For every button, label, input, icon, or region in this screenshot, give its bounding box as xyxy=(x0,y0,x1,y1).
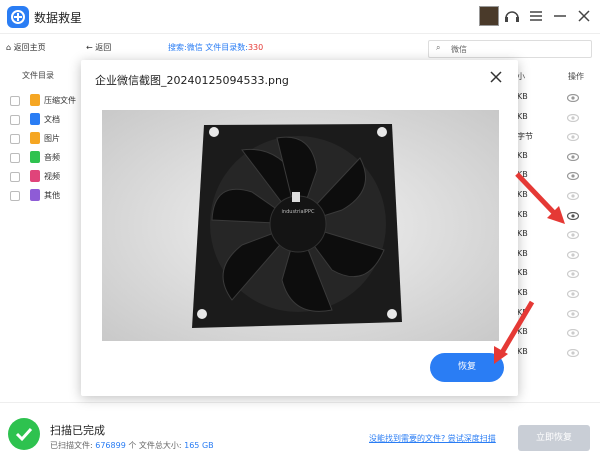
preview-eye-icon[interactable] xyxy=(566,348,580,357)
headset-icon[interactable] xyxy=(503,6,521,26)
preview-eye-icon[interactable] xyxy=(566,250,580,259)
recover-now-button[interactable]: 立即恢复 xyxy=(518,425,590,451)
app-logo-icon xyxy=(7,6,29,28)
preview-eye-icon[interactable] xyxy=(566,231,580,240)
search-summary: 搜索:微信 文件目录数:330 xyxy=(168,42,263,53)
sidebar-item-label: 压缩文件 xyxy=(44,96,76,105)
toolbar: ⌂ 返回主页 ← 返回 搜索:微信 文件目录数:330 ⌕ 微信 xyxy=(0,38,600,60)
sidebar-item-archive[interactable]: 压缩文件 xyxy=(10,94,82,108)
red-arrow-icon xyxy=(515,172,565,224)
stats-label-files: 已扫描文件: xyxy=(50,441,96,450)
checkbox[interactable] xyxy=(10,96,20,106)
sidebar: 文件目录 压缩文件 文档 图片 音频 视频 其他 xyxy=(0,62,82,402)
preview-eye-icon[interactable] xyxy=(566,270,580,279)
search-value: 微信 xyxy=(451,45,467,54)
close-icon[interactable] xyxy=(489,70,503,84)
file-size-cell: KB xyxy=(517,92,528,101)
search-count: 330 xyxy=(247,43,264,52)
fan-brand-logo: industrialPPC xyxy=(282,209,315,215)
sidebar-item-label: 视频 xyxy=(44,172,60,181)
search-input[interactable]: ⌕ 微信 xyxy=(428,40,592,58)
preview-eye-icon[interactable] xyxy=(566,133,580,142)
file-size-cell: KB xyxy=(517,288,528,297)
stats-label-size: 个 文件总大小: xyxy=(125,441,185,450)
sidebar-header: 文件目录 xyxy=(22,71,54,80)
preview-eye-icon[interactable] xyxy=(566,211,580,220)
checkbox[interactable] xyxy=(10,172,20,182)
title-bar: 数据救星 xyxy=(0,0,600,34)
close-window-icon[interactable] xyxy=(575,6,593,26)
preview-eye-icon[interactable] xyxy=(566,289,580,299)
red-arrow-icon xyxy=(494,300,535,364)
home-label: 返回主页 xyxy=(13,43,46,52)
file-size-cell: KB xyxy=(517,150,528,160)
file-size-cell: KB xyxy=(517,268,528,278)
home-button[interactable]: ⌂ 返回主页 xyxy=(6,42,46,53)
preview-eye-icon[interactable] xyxy=(566,172,580,181)
stats-size: 165 GB xyxy=(184,441,214,450)
file-size-cell: KB xyxy=(517,229,528,239)
status-bar: 扫描已完成 已扫描文件: 676899 个 文件总大小: 165 GB 没能找到… xyxy=(0,402,600,459)
image-preview: industrialPPC xyxy=(102,110,499,341)
preview-eye-icon[interactable] xyxy=(566,113,580,122)
sidebar-item-label: 图片 xyxy=(44,134,60,143)
checkbox[interactable] xyxy=(10,153,20,163)
sidebar-item-label: 音频 xyxy=(44,153,60,162)
dialog-title: 企业微信截图_20240125094533.png xyxy=(95,74,289,87)
checkbox[interactable] xyxy=(10,115,20,125)
preview-eye-icon[interactable] xyxy=(566,309,580,318)
sidebar-item-video[interactable]: 视频 xyxy=(10,170,82,184)
app-title: 数据救星 xyxy=(34,11,83,25)
file-size-cell: 字节 xyxy=(517,132,533,142)
preview-eye-icon[interactable] xyxy=(566,93,580,103)
back-label: 返回 xyxy=(95,43,112,52)
image-icon xyxy=(30,132,40,144)
sidebar-item-other[interactable]: 其他 xyxy=(10,189,82,203)
back-arrow-icon: ← xyxy=(86,43,96,52)
checkbox[interactable] xyxy=(10,134,20,144)
menu-icon[interactable] xyxy=(527,6,545,26)
check-icon xyxy=(8,418,40,450)
home-icon: ⌂ xyxy=(6,43,14,52)
sidebar-item-audio[interactable]: 音频 xyxy=(10,151,82,165)
column-header-size: 小 xyxy=(517,72,525,81)
sidebar-item-label: 文档 xyxy=(44,115,60,124)
sidebar-item-label: 其他 xyxy=(44,191,60,200)
file-size-cell: KB xyxy=(517,111,528,121)
stats-files: 676899 xyxy=(95,441,126,450)
audio-icon xyxy=(30,151,40,163)
avatar[interactable] xyxy=(479,6,499,26)
search-summary-text: 搜索:微信 文件目录数: xyxy=(168,43,248,52)
preview-eye-icon[interactable] xyxy=(566,152,580,161)
minimize-icon[interactable] xyxy=(551,6,569,26)
file-size-cell: KB xyxy=(517,248,528,258)
column-header-action: 操作 xyxy=(568,72,584,81)
scan-status: 扫描已完成 xyxy=(50,424,105,437)
preview-dialog: 企业微信截图_20240125094533.png industrialPPC … xyxy=(81,60,518,396)
sidebar-item-document[interactable]: 文档 xyxy=(10,113,82,127)
checkbox[interactable] xyxy=(10,191,20,201)
sidebar-item-image[interactable]: 图片 xyxy=(10,132,82,146)
document-icon xyxy=(30,113,40,125)
other-file-icon xyxy=(30,189,40,201)
scan-stats: 已扫描文件: 676899 个 文件总大小: 165 GB xyxy=(50,440,214,451)
search-icon: ⌕ xyxy=(436,43,441,52)
back-button[interactable]: ← 返回 xyxy=(86,42,111,53)
preview-eye-icon[interactable] xyxy=(566,191,580,201)
deep-scan-link[interactable]: 没能找到需要的文件? 尝试深度扫描 xyxy=(369,433,496,444)
video-icon xyxy=(30,170,40,182)
fan-photo: industrialPPC xyxy=(102,110,499,341)
archive-icon xyxy=(30,94,40,106)
preview-eye-icon[interactable] xyxy=(566,329,580,338)
